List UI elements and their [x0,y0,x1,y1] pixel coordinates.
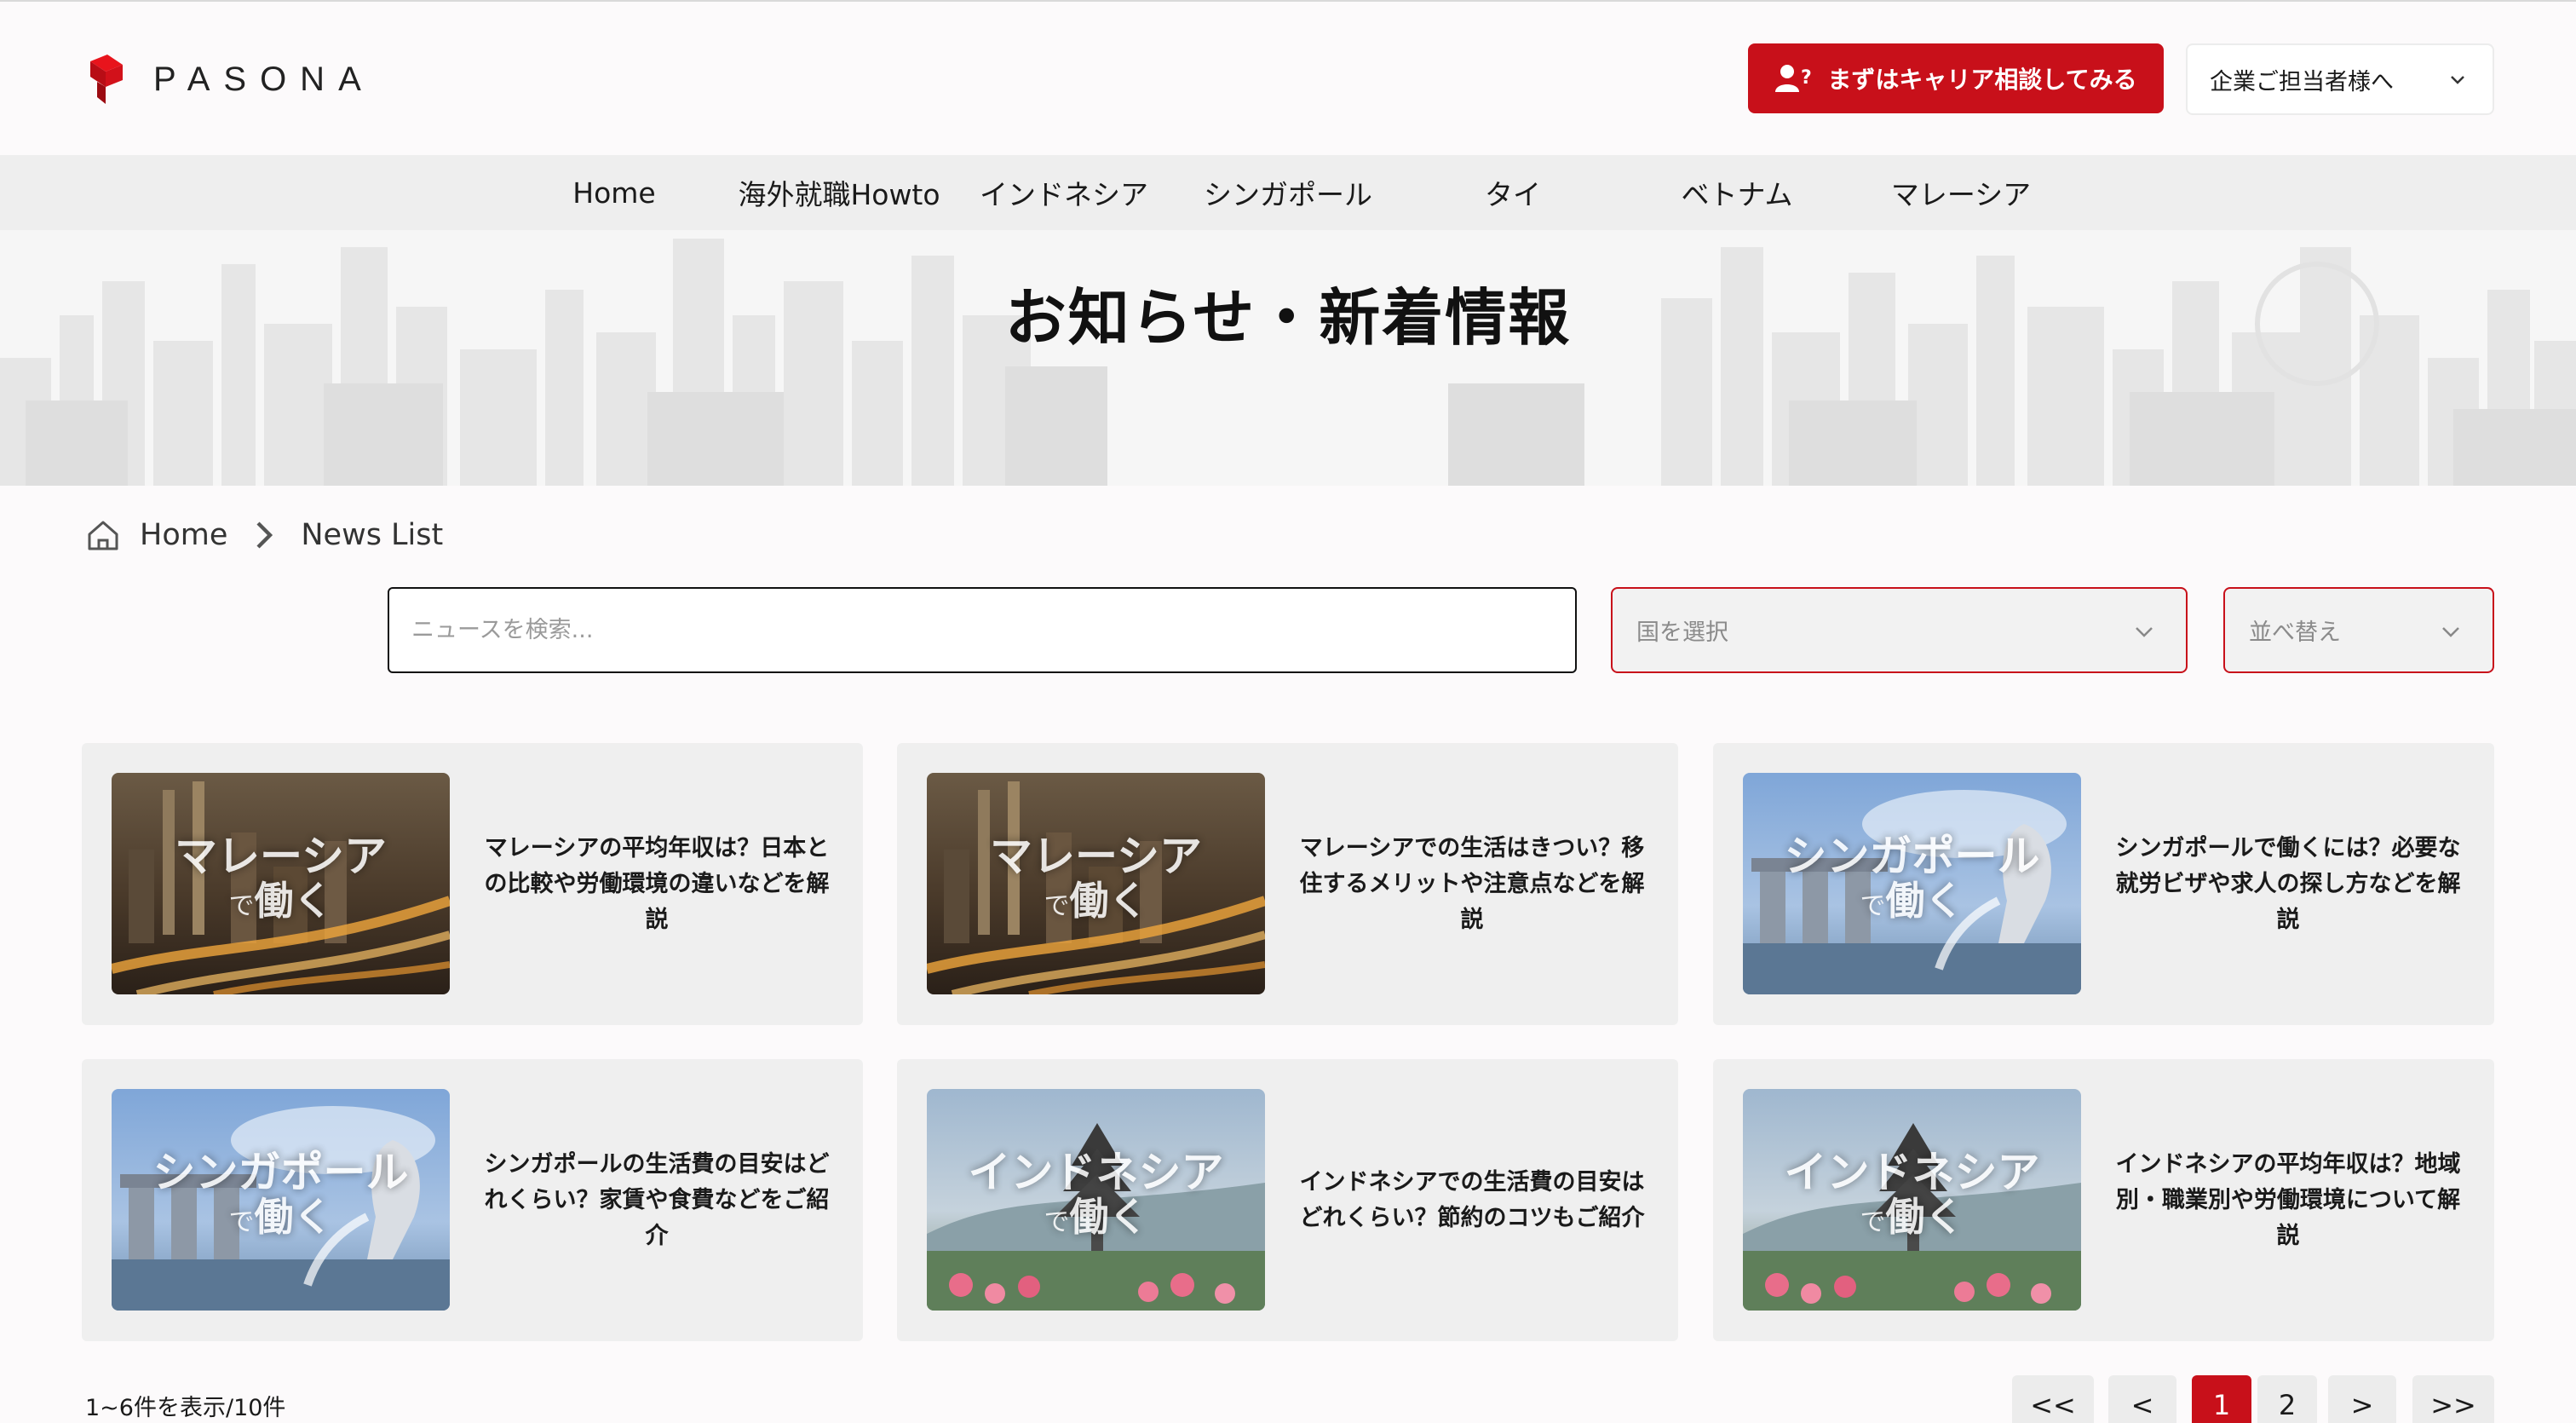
news-card[interactable]: マレーシア で働く マレーシアの平均年収は？日本との比較や労働環境の違いなどを解説 [82,743,863,1025]
thumbnail-country: インドネシア [1784,1148,2040,1197]
nav-item-howto[interactable]: 海外就職Howto [738,155,940,230]
thumbnail-subtitle: で働く [927,1196,1265,1243]
breadcrumb: Home News List [85,510,443,561]
pagination-next-button[interactable]: > [2328,1375,2396,1423]
news-thumbnail[interactable]: マレーシア で働く [927,773,1265,994]
thumbnail-subtitle: で働く [112,1196,450,1243]
thumbnail-subtitle-word: 働く [254,1194,333,1240]
breadcrumb-current: News List [301,518,444,552]
thumbnail-country: シンガポール [1784,832,2040,881]
chevron-down-icon [2451,76,2464,84]
thumbnail-subtitle-particle: で [1044,1207,1070,1237]
nav-item-indonesia[interactable]: インドネシア [980,155,1148,230]
news-search-input[interactable] [388,587,1577,673]
thumbnail-subtitle-word: 働く [1069,1194,1148,1240]
pagination-page-1[interactable]: 1 [2192,1375,2251,1423]
thumbnail-caption: マレーシア で働く [927,832,1265,927]
thumbnail-caption: インドネシア で働く [927,1149,1265,1243]
pagination-prev-button[interactable]: < [2108,1375,2176,1423]
thumbnail-caption: マレーシア で働く [112,832,450,927]
news-card[interactable]: シンガポール で働く シンガポールで働くには？必要な就労ビザや求人の探し方などを解説 [1713,743,2494,1025]
thumbnail-subtitle-particle: で [1860,891,1886,921]
thumbnail-country: インドネシア [968,1148,1224,1197]
pagination-last-button[interactable]: >> [2412,1375,2494,1423]
news-thumbnail[interactable]: シンガポール で働く [112,1089,450,1311]
news-title[interactable]: シンガポールで働くには？必要な就労ビザや求人の探し方などを解説 [2105,743,2471,1025]
user-question-icon: ? [1775,65,1812,92]
nav-item-thailand[interactable]: タイ [1485,155,1541,230]
thumbnail-country: マレーシア [990,832,1202,881]
thumbnail-subtitle: で働く [112,880,450,927]
news-title[interactable]: シンガポールの生活費の目安はどれくらい？家賃や食費などをご紹介 [474,1059,840,1341]
thumbnail-caption: シンガポール で働く [1743,832,2081,927]
thumbnail-caption: インドネシア で働く [1743,1149,2081,1243]
thumbnail-subtitle-word: 働く [1069,878,1148,924]
thumbnail-subtitle: で働く [1743,1196,2081,1243]
news-title[interactable]: マレーシアでの生活はきつい？移住するメリットや注意点などを解説 [1289,743,1655,1025]
country-select[interactable]: 国を選択 [1611,587,2188,673]
chevron-right-icon [256,521,273,549]
svg-text:?: ? [1801,67,1812,89]
nav-item-home[interactable]: Home [572,155,655,230]
sort-select-placeholder: 並べ替え [2249,619,2341,646]
country-select-placeholder: 国を選択 [1636,619,1728,646]
nav-item-singapore[interactable]: シンガポール [1204,155,1372,230]
home-icon[interactable] [85,517,121,553]
thumbnail-subtitle-particle: で [1044,891,1070,921]
thumbnail-subtitle-particle: で [228,1207,255,1237]
news-thumbnail[interactable]: シンガポール で働く [1743,773,2081,994]
breadcrumb-home[interactable]: Home [140,518,227,552]
corporate-select[interactable]: 企業ご担当者様へ [2186,43,2494,115]
chevron-down-icon [2136,627,2153,637]
main-nav: Home 海外就職Howto インドネシア シンガポール タイ ベトナム マレー… [0,155,2576,230]
nav-item-vietnam[interactable]: ベトナム [1681,155,1792,230]
corporate-select-label: 企業ご担当者様へ [2210,68,2394,95]
pasona-logo-icon [90,55,123,104]
thumbnail-subtitle-word: 働く [1885,1194,1964,1240]
thumbnail-subtitle-particle: で [228,891,255,921]
thumbnail-subtitle: で働く [927,880,1265,927]
news-title[interactable]: インドネシアの平均年収は？地域別・職業別や労働環境について解説 [2105,1059,2471,1341]
pagination-page-2[interactable]: 2 [2257,1375,2317,1423]
sort-select[interactable]: 並べ替え [2223,587,2494,673]
pagination-first-button[interactable]: << [2012,1375,2094,1423]
page-title: お知らせ・新着情報 [1004,282,1572,354]
news-thumbnail[interactable]: インドネシア で働く [1743,1089,2081,1311]
news-card[interactable]: マレーシア で働く マレーシアでの生活はきつい？移住するメリットや注意点などを解説 [897,743,1678,1025]
chevron-down-icon [2442,627,2459,637]
result-count: 1~6件を表示/10件 [85,1395,286,1421]
logo-text: PASONA [153,60,375,98]
news-card[interactable]: インドネシア で働く インドネシアの平均年収は？地域別・職業別や労働環境について解説 [1713,1059,2494,1341]
thumbnail-subtitle-word: 働く [254,878,333,924]
thumbnail-country: マレーシア [175,832,387,881]
thumbnail-subtitle-word: 働く [1885,878,1964,924]
hero-banner: お知らせ・新着情報 [0,230,2576,486]
career-consult-label: まずはキャリア相談してみる [1827,66,2137,94]
thumbnail-country: シンガポール [152,1148,409,1197]
thumbnail-subtitle: で働く [1743,880,2081,927]
news-title[interactable]: インドネシアでの生活費の目安はどれくらい？節約のコツもご紹介 [1289,1059,1655,1341]
pasona-logo[interactable]: PASONA [85,53,375,106]
career-consult-button[interactable]: ? まずはキャリア相談してみる [1748,43,2164,113]
news-thumbnail[interactable]: マレーシア で働く [112,773,450,994]
news-card[interactable]: シンガポール で働く シンガポールの生活費の目安はどれくらい？家賃や食費などをご紹介 [82,1059,863,1341]
nav-item-malaysia[interactable]: マレーシア [1891,155,2031,230]
news-title[interactable]: マレーシアの平均年収は？日本との比較や労働環境の違いなどを解説 [474,743,840,1025]
news-thumbnail[interactable]: インドネシア で働く [927,1089,1265,1311]
site-header: PASONA ? まずはキャリア相談してみる 企業ご担当者様へ [0,2,2576,155]
news-card[interactable]: インドネシア で働く インドネシアでの生活費の目安はどれくらい？節約のコツもご紹介 [897,1059,1678,1341]
thumbnail-subtitle-particle: で [1860,1207,1886,1237]
thumbnail-caption: シンガポール で働く [112,1149,450,1243]
